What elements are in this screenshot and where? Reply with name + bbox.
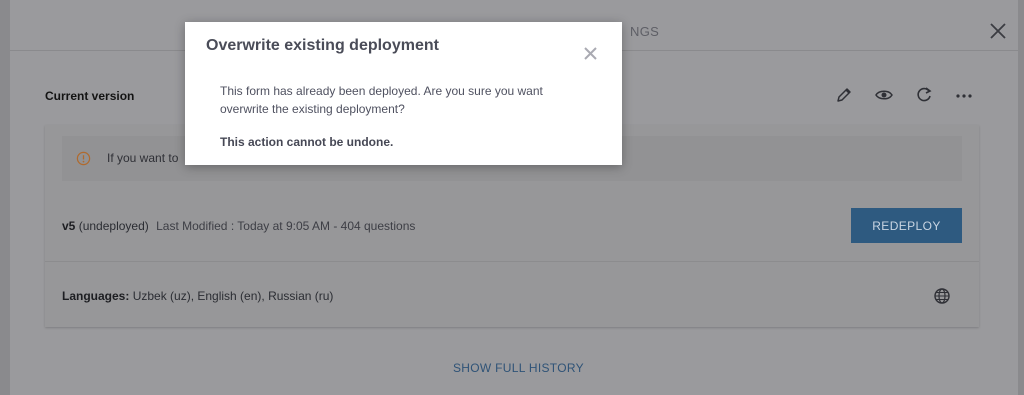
more-icon[interactable] [954, 85, 974, 105]
pencil-icon[interactable] [834, 85, 854, 105]
eye-icon[interactable] [874, 85, 894, 105]
warning-text: If you want to [107, 151, 179, 165]
version-status: (undeployed) [78, 219, 149, 233]
close-icon[interactable] [988, 21, 1008, 41]
current-version-label: Current version [45, 89, 135, 103]
dialog-title: Overwrite existing deployment [206, 37, 439, 54]
globe-icon[interactable] [933, 287, 951, 305]
overwrite-dialog: Overwrite existing deployment This form … [185, 22, 622, 165]
version-info: v5 (undeployed) Last Modified : Today at… [62, 219, 415, 233]
redeploy-button[interactable]: REDEPLOY [851, 208, 962, 243]
languages-value: Uzbek (uz), English (en), Russian (ru) [132, 289, 334, 303]
dialog-warning: This action cannot be undone. [220, 135, 394, 149]
refresh-icon[interactable] [914, 85, 934, 105]
languages-label: Languages: [62, 289, 130, 303]
show-full-history-link[interactable]: SHOW FULL HISTORY [453, 361, 584, 375]
tab-settings[interactable]: NGS [630, 24, 659, 39]
version-number: v5 [62, 219, 76, 233]
last-modified: Last Modified : Today at 9:05 AM - 404 q… [156, 219, 416, 233]
languages-row: Languages: Uzbek (uz), English (en), Rus… [62, 289, 333, 303]
close-icon[interactable] [583, 46, 598, 61]
divider [45, 261, 979, 262]
dialog-message: This form has already been deployed. Are… [220, 84, 543, 116]
warning-icon [76, 151, 91, 166]
